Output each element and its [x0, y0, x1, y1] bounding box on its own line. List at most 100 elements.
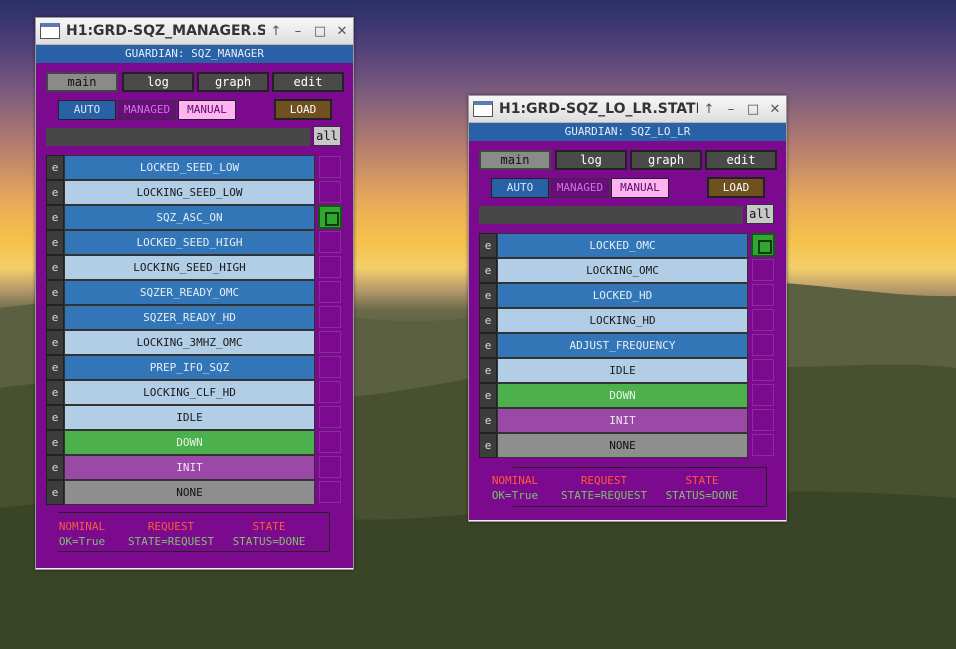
- state-edit-button[interactable]: e: [46, 305, 64, 330]
- state-edit-button[interactable]: e: [46, 455, 64, 480]
- status-nominal: NOMINAL OK=True: [487, 473, 543, 503]
- state-button[interactable]: PREP_IFO_SQZ: [64, 355, 315, 380]
- state-button[interactable]: IDLE: [64, 405, 315, 430]
- state-row: e LOCKED_HD: [479, 283, 748, 308]
- state-slot: [319, 381, 341, 403]
- state-row: e LOCKING_HD: [479, 308, 748, 333]
- state-button[interactable]: LOCKING_OMC: [497, 258, 748, 283]
- state-slot: [319, 456, 341, 478]
- window-sqz-manager[interactable]: H1:GRD-SQZ_MANAGER.ST ↑ – □ ✕ GUARDIAN: …: [35, 17, 354, 570]
- state-edit-button[interactable]: e: [46, 380, 64, 405]
- load-button[interactable]: LOAD: [274, 99, 332, 120]
- state-label: STATE: [252, 520, 286, 533]
- window-titlebar[interactable]: H1:GRD-SQZ_LO_LR.STATE ↑ – □ ✕: [469, 96, 786, 123]
- state-slot: [319, 281, 341, 303]
- state-edit-button[interactable]: e: [479, 383, 497, 408]
- state-edit-button[interactable]: e: [479, 233, 497, 258]
- state-row: e SQZ_ASC_ON: [46, 205, 315, 230]
- state-button[interactable]: LOCKING_CLF_HD: [64, 380, 315, 405]
- mode-manual-button[interactable]: MANUAL: [611, 178, 669, 198]
- state-button[interactable]: DOWN: [497, 383, 748, 408]
- state-row: e NONE: [46, 480, 315, 505]
- state-edit-button[interactable]: e: [46, 180, 64, 205]
- state-button[interactable]: DOWN: [64, 430, 315, 455]
- state-button[interactable]: LOCKING_SEED_HIGH: [64, 255, 315, 280]
- state-slot: [752, 434, 774, 456]
- state-edit-button[interactable]: e: [479, 333, 497, 358]
- state-edit-button[interactable]: e: [46, 405, 64, 430]
- state-row: e DOWN: [479, 383, 748, 408]
- state-slot: [319, 481, 341, 503]
- state-slot: [752, 359, 774, 381]
- window-sqz-lo-lr[interactable]: H1:GRD-SQZ_LO_LR.STATE ↑ – □ ✕ GUARDIAN:…: [468, 95, 787, 522]
- state-button[interactable]: LOCKED_SEED_HIGH: [64, 230, 315, 255]
- all-states-button[interactable]: all: [313, 126, 341, 146]
- mode-manual-button[interactable]: MANUAL: [178, 100, 236, 120]
- state-edit-button[interactable]: e: [46, 330, 64, 355]
- state-row: e PREP_IFO_SQZ: [46, 355, 315, 380]
- tab-graph[interactable]: graph: [630, 150, 702, 170]
- state-edit-button[interactable]: e: [46, 480, 64, 505]
- status-state: STATE STATUS=DONE: [232, 519, 306, 549]
- state-button[interactable]: SQZER_READY_HD: [64, 305, 315, 330]
- state-row: e IDLE: [46, 405, 315, 430]
- tab-edit[interactable]: edit: [705, 150, 777, 170]
- guardian-panel: main log graph edit AUTO MANAGED MANUAL …: [36, 63, 353, 568]
- tab-log[interactable]: log: [122, 72, 194, 92]
- state-edit-button[interactable]: e: [46, 280, 64, 305]
- mode-auto-button[interactable]: AUTO: [58, 100, 116, 120]
- maximize-icon[interactable]: □: [742, 102, 764, 117]
- state-button[interactable]: SQZ_ASC_ON: [64, 205, 315, 230]
- maximize-icon[interactable]: □: [309, 24, 331, 39]
- state-button[interactable]: ADJUST_FREQUENCY: [497, 333, 748, 358]
- state-button[interactable]: INIT: [64, 455, 315, 480]
- tab-log[interactable]: log: [555, 150, 627, 170]
- state-button[interactable]: LOCKED_SEED_LOW: [64, 155, 315, 180]
- state-edit-button[interactable]: e: [46, 205, 64, 230]
- state-button[interactable]: SQZER_READY_OMC: [64, 280, 315, 305]
- state-button[interactable]: LOCKED_OMC: [497, 233, 748, 258]
- pin-icon[interactable]: ↑: [265, 24, 287, 39]
- state-edit-button[interactable]: e: [46, 430, 64, 455]
- state-slot: [319, 231, 341, 253]
- state-edit-button[interactable]: e: [479, 408, 497, 433]
- load-button[interactable]: LOAD: [707, 177, 765, 198]
- state-edit-button[interactable]: e: [479, 433, 497, 458]
- close-icon[interactable]: ✕: [764, 102, 786, 117]
- state-edit-button[interactable]: e: [46, 255, 64, 280]
- tab-edit[interactable]: edit: [272, 72, 344, 92]
- state-row: e SQZER_READY_OMC: [46, 280, 315, 305]
- state-button[interactable]: LOCKED_HD: [497, 283, 748, 308]
- state-button[interactable]: NONE: [497, 433, 748, 458]
- state-button[interactable]: INIT: [497, 408, 748, 433]
- state-button[interactable]: LOCKING_HD: [497, 308, 748, 333]
- state-button[interactable]: NONE: [64, 480, 315, 505]
- state-edit-button[interactable]: e: [46, 230, 64, 255]
- status-nominal: NOMINAL OK=True: [54, 519, 110, 549]
- close-icon[interactable]: ✕: [331, 24, 353, 39]
- window-titlebar[interactable]: H1:GRD-SQZ_MANAGER.ST ↑ – □ ✕: [36, 18, 353, 45]
- all-states-button[interactable]: all: [746, 204, 774, 224]
- tab-main[interactable]: main: [46, 72, 118, 92]
- state-row: e INIT: [46, 455, 315, 480]
- tab-main[interactable]: main: [479, 150, 551, 170]
- state-button[interactable]: IDLE: [497, 358, 748, 383]
- mode-managed-button[interactable]: MANAGED: [118, 100, 176, 120]
- state-row: e LOCKING_SEED_HIGH: [46, 255, 315, 280]
- state-button[interactable]: LOCKING_SEED_LOW: [64, 180, 315, 205]
- pin-icon[interactable]: ↑: [698, 102, 720, 117]
- state-button[interactable]: LOCKING_3MHZ_OMC: [64, 330, 315, 355]
- state-edit-button[interactable]: e: [479, 358, 497, 383]
- tab-graph[interactable]: graph: [197, 72, 269, 92]
- state-edit-button[interactable]: e: [479, 258, 497, 283]
- mode-managed-button[interactable]: MANAGED: [551, 178, 609, 198]
- state-edit-button[interactable]: e: [479, 308, 497, 333]
- nominal-value: OK=True: [491, 489, 539, 502]
- minimize-icon[interactable]: –: [720, 102, 742, 117]
- mode-auto-button[interactable]: AUTO: [491, 178, 549, 198]
- state-edit-button[interactable]: e: [479, 283, 497, 308]
- minimize-icon[interactable]: –: [287, 24, 309, 39]
- state-edit-button[interactable]: e: [46, 155, 64, 180]
- state-edit-button[interactable]: e: [46, 355, 64, 380]
- status-state: STATE STATUS=DONE: [665, 473, 739, 503]
